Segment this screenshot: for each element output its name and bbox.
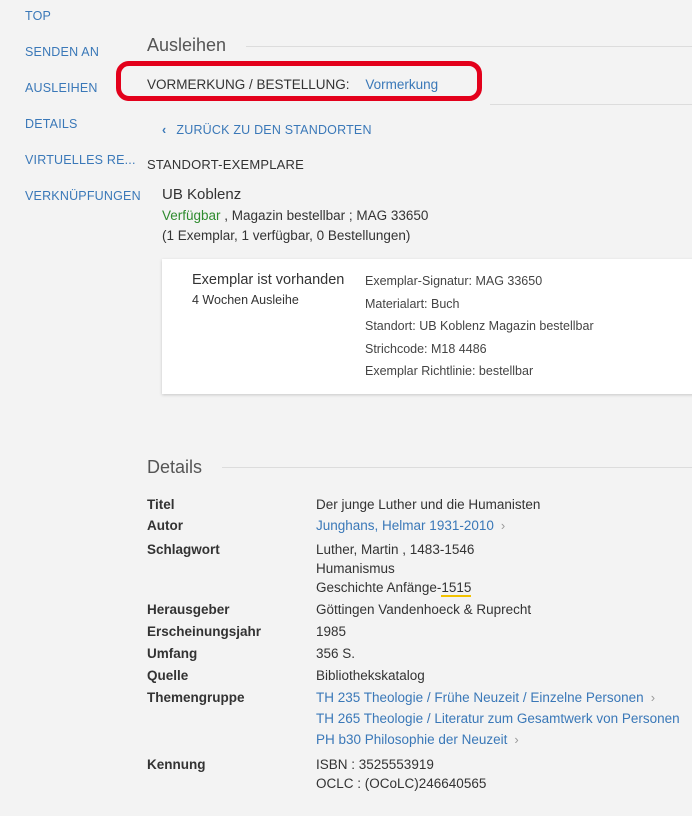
location-name: UB Koblenz (162, 186, 242, 203)
details-label: Quelle (147, 668, 189, 683)
oclc-value: OCLC : (OCoLC)246640565 (316, 776, 487, 791)
item-call-number: Exemplar-Signatur: MAG 33650 (365, 274, 543, 288)
highlight-annotation-box (116, 61, 482, 101)
loan-section-divider (246, 46, 692, 47)
details-label: Erscheinungsjahr (147, 624, 262, 639)
item-availability: Exemplar ist vorhanden (192, 272, 345, 288)
details-label: Schlagwort (147, 542, 220, 557)
request-row-divider (490, 104, 692, 105)
item-barcode: Strichcode: M18 4486 (365, 342, 487, 356)
details-section-divider (222, 467, 692, 468)
details-label: Herausgeber (147, 602, 230, 617)
details-label: Autor (147, 518, 183, 533)
back-to-locations-label: ZURÜCK ZU DEN STANDORTEN (176, 123, 372, 137)
details-label: Kennung (147, 757, 206, 772)
loan-section-title: Ausleihen (147, 35, 227, 55)
details-value: 356 S. (316, 646, 356, 661)
details-value: 1985 (316, 624, 347, 639)
item-card[interactable]: Exemplar ist vorhanden 4 Wochen Ausleihe… (162, 259, 692, 394)
location-items-heading: STANDORT-EXEMPLARE (147, 157, 304, 172)
author-link[interactable]: Junghans, Helmar 1931-2010 (316, 518, 494, 533)
location-status: Verfügbar , Magazin bestellbar ; MAG 336… (162, 208, 428, 223)
subject-group-link[interactable]: PH b30 Philosophie der Neuzeit (316, 732, 507, 747)
chevron-right-icon: › (500, 518, 506, 533)
spellcheck-underline-text: 1515 (441, 580, 472, 597)
item-location: Standort: UB Koblenz Magazin bestellbar (365, 319, 594, 333)
details-section-title: Details (147, 457, 203, 477)
item-loan-policy: 4 Wochen Ausleihe (192, 293, 299, 307)
location-shelf-info: , Magazin bestellbar ; MAG 33650 (220, 208, 429, 223)
chevron-right-icon: › (650, 690, 656, 705)
sidebar-item-verknuepfungen[interactable]: VERKNÜPFUNGEN (25, 189, 141, 203)
sidebar-item-senden-an[interactable]: SENDEN AN (25, 45, 99, 59)
availability-status: Verfügbar (162, 208, 221, 223)
sidebar-item-virtuelles-regal[interactable]: VIRTUELLES RE... (25, 153, 136, 167)
details-label: Titel (147, 497, 175, 512)
back-to-locations-link[interactable]: ‹ ZURÜCK ZU DEN STANDORTEN (162, 123, 372, 137)
item-policy: Exemplar Richtlinie: bestellbar (365, 364, 534, 378)
item-material-type: Materialart: Buch (365, 297, 460, 311)
location-item-counts: (1 Exemplar, 1 verfügbar, 0 Bestellungen… (162, 228, 411, 243)
details-value: Göttingen Vandenhoeck & Ruprecht (316, 602, 532, 617)
details-value: Der junge Luther und die Humanisten (316, 497, 541, 512)
subject-group-link[interactable]: TH 265 Theologie / Literatur zum Gesamtw… (316, 711, 680, 726)
details-value: Bibliothekskatalog (316, 668, 425, 683)
subject-value: Humanismus (316, 561, 395, 576)
details-label: Umfang (147, 646, 198, 661)
subject-value-text: Geschichte Anfänge- (316, 580, 442, 595)
subject-group-link[interactable]: TH 235 Theologie / Frühe Neuzeit / Einze… (316, 690, 644, 705)
isbn-value: ISBN : 3525553919 (316, 757, 434, 772)
chevron-right-icon: › (514, 732, 519, 747)
details-label: Themengruppe (147, 690, 245, 705)
sidebar-item-details[interactable]: DETAILS (25, 117, 78, 131)
sidebar-item-top[interactable]: TOP (25, 9, 51, 23)
subject-value: Luther, Martin , 1483-1546 (316, 542, 475, 557)
sidebar-item-ausleihen[interactable]: AUSLEIHEN (25, 81, 98, 95)
subject-value: Geschichte Anfänge-1515 (316, 578, 474, 597)
chevron-left-icon: ‹ (162, 123, 167, 137)
